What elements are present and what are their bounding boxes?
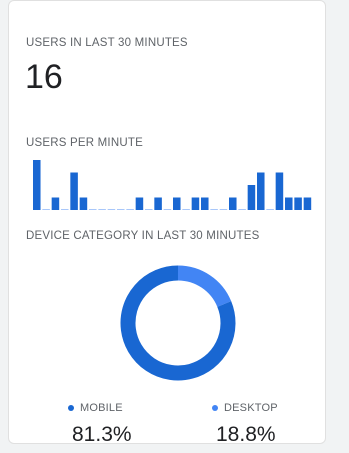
- minute-bar: [294, 197, 302, 210]
- legend-desktop: DESKTOP: [212, 402, 278, 414]
- minute-bar: [303, 197, 312, 210]
- legend-mobile: MOBILE: [68, 402, 123, 414]
- minute-bar: [275, 172, 284, 210]
- minute-bar-empty: [117, 209, 125, 210]
- minute-bar-empty: [107, 209, 116, 210]
- minute-bar-empty: [61, 209, 69, 210]
- minute-bar-empty: [182, 209, 190, 210]
- minute-bar: [135, 197, 144, 210]
- legend-desktop-label: DESKTOP: [224, 402, 278, 414]
- minute-bar: [257, 172, 265, 210]
- device-category-label: DEVICE CATEGORY IN LAST 30 MINUTES: [26, 230, 260, 242]
- minute-bar: [247, 185, 256, 210]
- users-per-minute-chart: [33, 160, 312, 210]
- mobile-percentage: 81.3%: [72, 423, 132, 446]
- minute-bar-empty: [210, 209, 218, 210]
- minute-bar: [229, 197, 237, 210]
- minute-bar: [33, 160, 41, 210]
- legend-mobile-label: MOBILE: [80, 402, 123, 414]
- device-category-donut: [120, 265, 236, 381]
- minute-bar-empty: [42, 209, 50, 210]
- users-count: 16: [25, 58, 63, 96]
- mobile-dot-icon: [68, 405, 74, 411]
- minute-bar: [285, 197, 293, 210]
- users-per-minute-label: USERS PER MINUTE: [26, 137, 143, 149]
- minute-bar-empty: [126, 209, 134, 210]
- minute-bar-empty: [98, 209, 106, 210]
- minute-bar: [173, 197, 181, 210]
- minute-bar: [51, 197, 60, 210]
- minute-bar: [154, 197, 162, 210]
- minute-bar-empty: [89, 209, 97, 210]
- desktop-percentage: 18.8%: [216, 423, 276, 446]
- minute-bar: [201, 197, 209, 210]
- minute-bar-empty: [238, 209, 246, 210]
- desktop-dot-icon: [212, 405, 218, 411]
- donut-slice-desktop: [177, 265, 232, 308]
- users-last-30-min-label: USERS IN LAST 30 MINUTES: [26, 37, 188, 49]
- minute-bar-empty: [163, 209, 172, 210]
- minute-bar: [70, 172, 78, 210]
- minute-bar: [191, 197, 200, 210]
- minute-bar: [79, 197, 88, 210]
- minute-bar-empty: [219, 209, 228, 210]
- minute-bar-empty: [266, 209, 274, 210]
- minute-bar-empty: [145, 209, 153, 210]
